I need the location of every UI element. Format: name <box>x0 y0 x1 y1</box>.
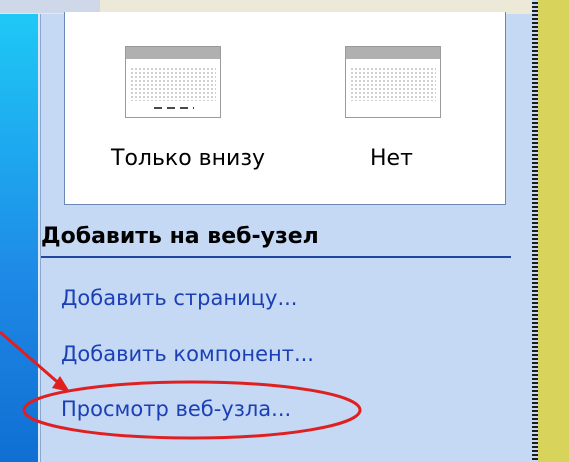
section-divider <box>41 256 511 258</box>
left-strip-bar <box>0 14 38 462</box>
layout-preview-box: Только внизу Нет <box>64 12 506 205</box>
thumb-body <box>350 67 436 101</box>
layout-option-bottom-only[interactable] <box>125 46 221 118</box>
preview-site-link[interactable]: Просмотр веб-узла... <box>61 397 291 421</box>
thumb-body <box>130 67 216 101</box>
layout-option-label: Нет <box>370 146 413 171</box>
layout-option-label: Только внизу <box>111 146 266 171</box>
add-page-link[interactable]: Добавить страницу... <box>61 286 298 310</box>
thumb-header <box>126 47 220 59</box>
task-pane: Только внизу Нет Добавить на веб-узел До… <box>40 12 533 462</box>
thumb-bottom-links <box>154 107 194 109</box>
layout-option-none[interactable] <box>345 46 441 118</box>
thumb-header <box>346 47 440 59</box>
background-yellow <box>538 0 569 462</box>
section-title: Добавить на веб-узел <box>41 224 319 249</box>
add-component-link[interactable]: Добавить компонент... <box>61 342 314 366</box>
left-window-strip <box>0 0 100 462</box>
